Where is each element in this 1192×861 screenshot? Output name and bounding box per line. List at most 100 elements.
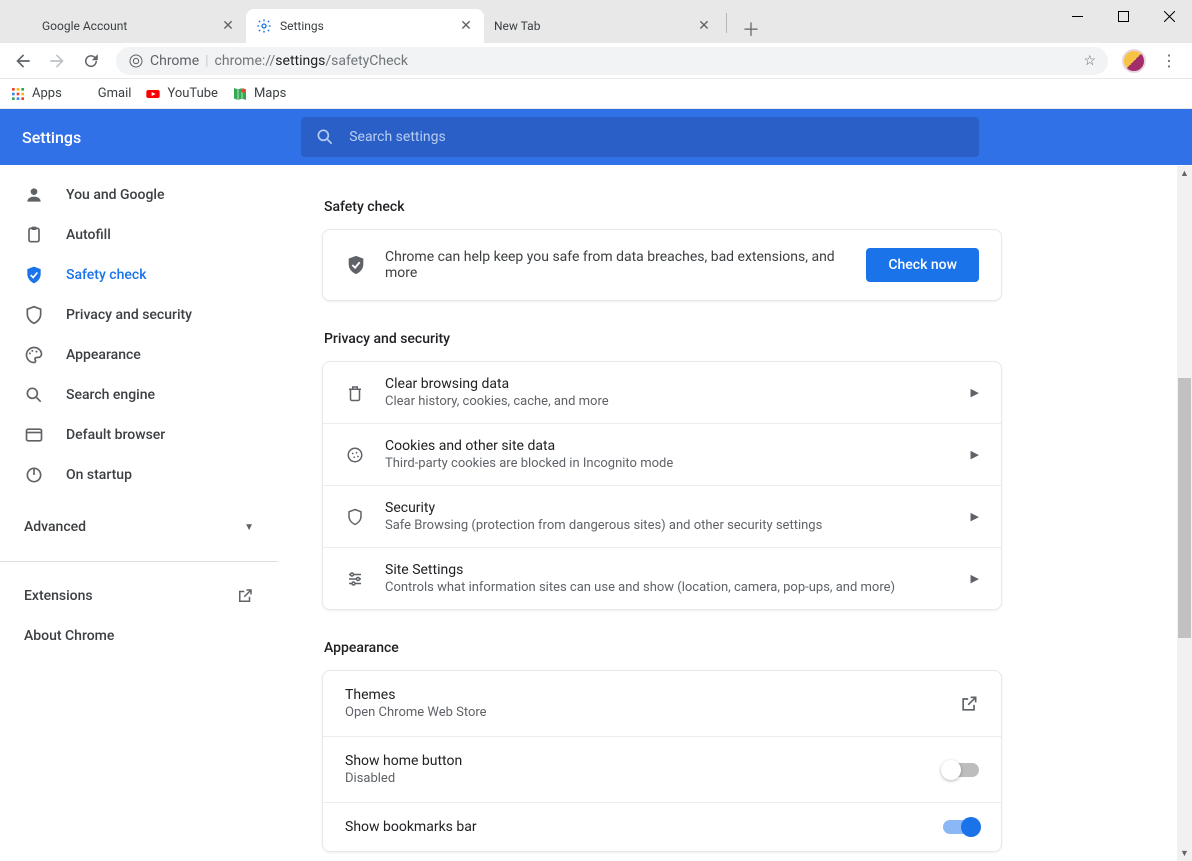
tab-google-account[interactable]: Google Account ✕	[8, 9, 246, 43]
minimize-button[interactable]	[1054, 0, 1100, 32]
row-title: Clear browsing data	[385, 376, 971, 392]
cookie-icon	[345, 445, 365, 465]
clipboard-icon	[24, 225, 44, 245]
address-bar[interactable]: Chrome | chrome://settings/safetyCheck ☆	[116, 47, 1108, 75]
section-privacy-title: Privacy and security	[324, 331, 1002, 347]
sidebar-item-label: Advanced	[24, 519, 86, 535]
chevron-right-icon: ▶	[971, 510, 979, 523]
settings-main: Safety check Chrome can help keep you sa…	[278, 165, 1192, 861]
sidebar-item-autofill[interactable]: Autofill	[0, 215, 278, 255]
person-icon	[24, 185, 44, 205]
sliders-icon	[345, 569, 365, 589]
open-external-icon[interactable]	[959, 694, 979, 714]
sidebar-item-appearance[interactable]: Appearance	[0, 335, 278, 375]
sidebar-item-startup[interactable]: On startup	[0, 455, 278, 495]
close-icon[interactable]: ✕	[220, 18, 236, 34]
row-subtitle: Clear history, cookies, cache, and more	[385, 394, 971, 409]
row-themes[interactable]: ThemesOpen Chrome Web Store	[323, 671, 1001, 736]
chrome-icon	[128, 53, 144, 69]
row-subtitle: Open Chrome Web Store	[345, 705, 959, 720]
search-input[interactable]	[349, 129, 965, 145]
tab-strip: Google Account ✕ Settings ✕ New Tab ✕ ＋	[8, 9, 765, 43]
sidebar-item-safety-check[interactable]: Safety check	[0, 255, 278, 295]
sidebar-item-label: Autofill	[66, 227, 111, 243]
gmail-shortcut[interactable]: Gmail	[76, 86, 132, 102]
browser-toolbar: Chrome | chrome://settings/safetyCheck ☆…	[0, 43, 1192, 79]
row-subtitle: Safe Browsing (protection from dangerous…	[385, 518, 971, 533]
row-site-settings[interactable]: Site SettingsControls what information s…	[323, 547, 1001, 609]
window-controls	[1054, 0, 1192, 32]
sidebar-item-search-engine[interactable]: Search engine	[0, 375, 278, 415]
section-safety-check-title: Safety check	[324, 199, 1002, 215]
safety-check-text: Chrome can help keep you safe from data …	[385, 249, 848, 281]
sidebar-item-label: About Chrome	[24, 628, 114, 644]
back-button[interactable]	[6, 44, 40, 78]
apps-shortcut[interactable]: Apps	[10, 86, 62, 102]
toggle-home-button[interactable]	[943, 763, 979, 777]
shield-icon	[24, 305, 44, 325]
youtube-icon	[145, 86, 161, 102]
sidebar-about[interactable]: About Chrome	[0, 616, 278, 656]
shield-check-icon	[24, 265, 44, 285]
sidebar-extensions[interactable]: Extensions	[0, 576, 278, 616]
maps-icon	[232, 86, 248, 102]
row-title: Cookies and other site data	[385, 438, 971, 454]
youtube-shortcut[interactable]: YouTube	[145, 86, 218, 102]
privacy-card: Clear browsing data Clear history, cookie…	[322, 361, 1002, 610]
maps-shortcut[interactable]: Maps	[232, 86, 286, 102]
chevron-down-icon: ▼	[244, 522, 254, 533]
sidebar-item-you-and-google[interactable]: You and Google	[0, 175, 278, 215]
row-cookies[interactable]: Cookies and other site data Third-party c…	[323, 423, 1001, 485]
sidebar-advanced[interactable]: Advanced ▼	[0, 507, 278, 547]
google-icon	[18, 18, 34, 34]
settings-header: Settings	[0, 109, 1192, 165]
tab-settings[interactable]: Settings ✕	[246, 9, 484, 43]
apps-icon	[10, 86, 26, 102]
open-external-icon	[236, 587, 254, 605]
sidebar-item-label: On startup	[66, 467, 132, 483]
vertical-scrollbar[interactable]: ▲ ▼	[1177, 166, 1192, 861]
star-icon[interactable]: ☆	[1083, 53, 1096, 69]
toggle-bookmarks-bar[interactable]	[943, 820, 979, 834]
row-security[interactable]: Security Safe Browsing (protection from d…	[323, 485, 1001, 547]
reload-button[interactable]	[74, 44, 108, 78]
sidebar-item-default-browser[interactable]: Default browser	[0, 415, 278, 455]
appearance-card: ThemesOpen Chrome Web Store Show home bu…	[322, 670, 1002, 852]
row-subtitle: Third-party cookies are blocked in Incog…	[385, 456, 971, 471]
new-tab-button[interactable]: ＋	[737, 15, 765, 43]
scroll-thumb[interactable]	[1178, 378, 1191, 638]
close-icon[interactable]: ✕	[696, 18, 712, 34]
close-icon[interactable]: ✕	[458, 18, 474, 34]
scroll-up-icon[interactable]: ▲	[1177, 166, 1192, 181]
chevron-right-icon: ▶	[971, 448, 979, 461]
sidebar-item-label: Privacy and security	[66, 307, 192, 323]
check-now-button[interactable]: Check now	[866, 248, 979, 282]
forward-button[interactable]	[40, 44, 74, 78]
row-bookmarks-bar: Show bookmarks bar	[323, 802, 1001, 851]
row-home-button: Show home buttonDisabled	[323, 736, 1001, 802]
tab-title: New Tab	[494, 19, 696, 33]
bookmark-label: Maps	[254, 86, 286, 101]
close-button[interactable]	[1146, 0, 1192, 32]
shield-icon	[345, 507, 365, 527]
bookmark-label: Gmail	[98, 86, 132, 101]
scroll-down-icon[interactable]: ▼	[1177, 846, 1192, 861]
row-title: Show home button	[345, 753, 943, 769]
search-settings[interactable]	[301, 117, 979, 157]
tab-separator	[726, 13, 727, 33]
trash-icon	[345, 383, 365, 403]
divider	[0, 561, 278, 562]
chevron-right-icon: ▶	[971, 386, 979, 399]
search-icon	[24, 385, 44, 405]
maximize-button[interactable]	[1100, 0, 1146, 32]
tab-new[interactable]: New Tab ✕	[484, 9, 722, 43]
menu-button[interactable]: ⋮	[1152, 44, 1186, 78]
sidebar-item-label: Search engine	[66, 387, 155, 403]
row-title: Security	[385, 500, 971, 516]
profile-avatar[interactable]	[1122, 49, 1146, 73]
sidebar-item-label: Default browser	[66, 427, 165, 443]
search-icon	[315, 127, 335, 147]
sidebar-item-privacy[interactable]: Privacy and security	[0, 295, 278, 335]
shield-check-icon	[345, 254, 367, 276]
row-clear-browsing-data[interactable]: Clear browsing data Clear history, cookie…	[323, 362, 1001, 423]
